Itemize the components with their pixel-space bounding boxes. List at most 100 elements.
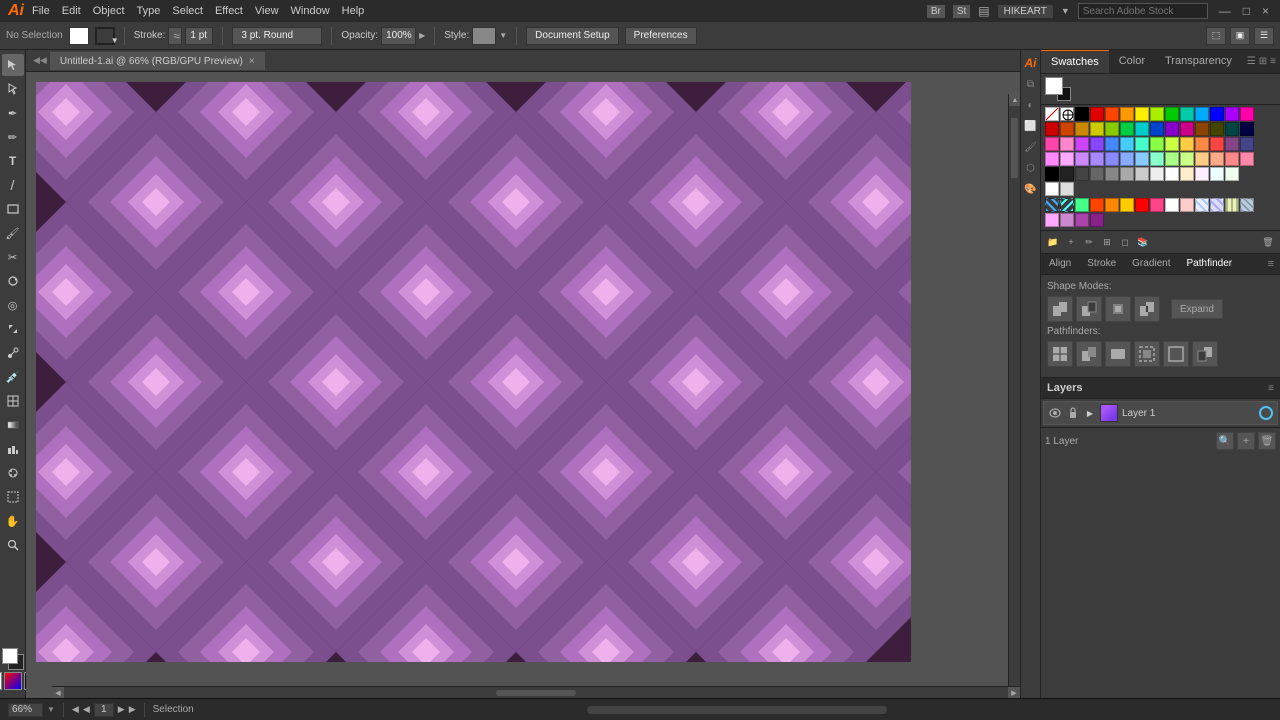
brush-tool[interactable]: 🖌 bbox=[2, 222, 24, 244]
swatch-pattern1[interactable] bbox=[1045, 198, 1059, 212]
swatch-gray6[interactable] bbox=[1135, 167, 1149, 181]
swatch-cream[interactable] bbox=[1180, 167, 1194, 181]
swatch-blue1[interactable] bbox=[1210, 107, 1224, 121]
swatch-white[interactable] bbox=[1165, 167, 1179, 181]
preferences-btn[interactable]: Preferences bbox=[625, 27, 697, 45]
swatch-lightgreen[interactable] bbox=[1165, 152, 1179, 166]
menu-edit[interactable]: Edit bbox=[62, 5, 81, 17]
merge-btn[interactable] bbox=[1105, 341, 1131, 367]
outline-btn[interactable] bbox=[1163, 341, 1189, 367]
swatch-orange1[interactable] bbox=[1105, 107, 1119, 121]
select-tool[interactable] bbox=[2, 54, 24, 76]
swatch-violet[interactable] bbox=[1045, 152, 1059, 166]
swatch-cornflower[interactable] bbox=[1105, 137, 1119, 151]
maximize-btn[interactable]: □ bbox=[1240, 4, 1253, 18]
fg-bg-colors[interactable] bbox=[2, 648, 24, 670]
swatch-black2[interactable] bbox=[1045, 167, 1059, 181]
swatch-purple-med[interactable] bbox=[1075, 213, 1089, 227]
panel-btn[interactable]: ☰ bbox=[1254, 27, 1274, 45]
swatch-darknavy[interactable] bbox=[1240, 122, 1254, 136]
find-layer-btn[interactable]: 🔍 bbox=[1216, 432, 1234, 450]
swatch-pattern5[interactable] bbox=[1105, 198, 1119, 212]
swatch-khaki[interactable] bbox=[1180, 152, 1194, 166]
swatch-darkgreen1[interactable] bbox=[1105, 122, 1119, 136]
swatch-lightpink[interactable] bbox=[1060, 137, 1074, 151]
stroke-input[interactable]: ≈ bbox=[168, 27, 182, 45]
swatch-gray7[interactable] bbox=[1150, 167, 1164, 181]
arrange-btn[interactable]: ⬚ bbox=[1206, 27, 1226, 45]
swatch-mediumpurple2[interactable] bbox=[1075, 152, 1089, 166]
swatch-hotpink2[interactable] bbox=[1240, 152, 1254, 166]
tab-pathfinder[interactable]: Pathfinder bbox=[1179, 254, 1241, 274]
swatch-darkyellow[interactable] bbox=[1090, 122, 1104, 136]
style-dropdown[interactable]: ▼ bbox=[499, 31, 507, 40]
mesh-tool[interactable] bbox=[2, 390, 24, 412]
swatch-darkbrown[interactable] bbox=[1195, 122, 1209, 136]
artboard-tool[interactable] bbox=[2, 486, 24, 508]
swatch-pattern11[interactable] bbox=[1195, 198, 1209, 212]
swatch-chartreuse[interactable] bbox=[1150, 137, 1164, 151]
swatch-gray2[interactable] bbox=[1075, 167, 1089, 181]
swatch-pattern10[interactable] bbox=[1180, 198, 1194, 212]
scroll-right[interactable]: ▶ bbox=[1008, 687, 1020, 699]
swatch-aquamarine[interactable] bbox=[1135, 137, 1149, 151]
delete-layer-btn[interactable]: 🗑 bbox=[1258, 432, 1276, 450]
direct-select-tool[interactable] bbox=[2, 78, 24, 100]
divide-btn[interactable] bbox=[1047, 341, 1073, 367]
layers-menu[interactable]: ≡ bbox=[1268, 383, 1274, 394]
sw-add-library[interactable]: 📚 bbox=[1135, 234, 1151, 250]
symbol-tool[interactable] bbox=[2, 462, 24, 484]
layer-name[interactable]: Layer 1 bbox=[1122, 408, 1255, 419]
swatch-darkteal[interactable] bbox=[1135, 122, 1149, 136]
swatch-lavender[interactable] bbox=[1195, 167, 1209, 181]
pencil-tool[interactable]: ✏ bbox=[2, 126, 24, 148]
layer-lock[interactable] bbox=[1066, 406, 1080, 420]
swatch-red1[interactable] bbox=[1090, 107, 1104, 121]
foreground-color[interactable] bbox=[2, 648, 18, 664]
minus-back-btn[interactable] bbox=[1192, 341, 1218, 367]
doc-setup-btn[interactable]: Document Setup bbox=[526, 27, 619, 45]
hand-tool[interactable]: ✋ bbox=[2, 510, 24, 532]
sw-edit-swatches[interactable]: ✏ bbox=[1081, 234, 1097, 250]
zoom-dropdown[interactable]: ▼ bbox=[47, 705, 55, 714]
swatch-white2[interactable] bbox=[1045, 182, 1059, 196]
swatch-pattern8[interactable] bbox=[1150, 198, 1164, 212]
qp-colorguide[interactable]: 🎨 bbox=[1022, 180, 1040, 198]
crop-btn[interactable] bbox=[1134, 341, 1160, 367]
chart-tool[interactable] bbox=[2, 438, 24, 460]
layer-target[interactable] bbox=[1259, 406, 1273, 420]
swatch-brown2[interactable] bbox=[1075, 122, 1089, 136]
qp-transform[interactable]: ⧉ bbox=[1022, 75, 1040, 93]
tab-swatches[interactable]: Swatches bbox=[1041, 50, 1109, 73]
swatch-orange2[interactable] bbox=[1120, 107, 1134, 121]
exclude-btn[interactable] bbox=[1134, 296, 1160, 322]
swatch-none[interactable] bbox=[1045, 107, 1059, 121]
swatch-gray5[interactable] bbox=[1120, 167, 1134, 181]
canvas-wrapper[interactable]: ▲ ▼ bbox=[26, 72, 1020, 698]
swatch-orchid[interactable] bbox=[1075, 137, 1089, 151]
swatch-pink-med[interactable] bbox=[1060, 213, 1074, 227]
view-toggle[interactable]: ▣ bbox=[1230, 27, 1250, 45]
menu-effect[interactable]: Effect bbox=[215, 5, 243, 17]
gradient-tool[interactable] bbox=[2, 414, 24, 436]
scale-tool[interactable] bbox=[2, 318, 24, 340]
scissors-tool[interactable]: ✂ bbox=[2, 246, 24, 268]
swatch-mulberry[interactable] bbox=[1225, 137, 1239, 151]
swatch-pattern9[interactable] bbox=[1165, 198, 1179, 212]
swatch-olive[interactable] bbox=[1210, 122, 1224, 136]
swatch-tomato[interactable] bbox=[1210, 137, 1224, 151]
sw-delete-swatch[interactable]: 🗑 bbox=[1260, 234, 1276, 250]
swatches-menu[interactable]: ≡ bbox=[1270, 56, 1276, 67]
swatch-lime1[interactable] bbox=[1150, 107, 1164, 121]
new-layer-btn[interactable]: + bbox=[1237, 432, 1255, 450]
opacity-value[interactable]: 100% bbox=[381, 27, 416, 45]
swatch-lightsalmon[interactable] bbox=[1210, 152, 1224, 166]
swatch-hotpink[interactable] bbox=[1045, 137, 1059, 151]
swatch-lightgray[interactable] bbox=[1060, 182, 1074, 196]
tab-color[interactable]: Color bbox=[1109, 50, 1155, 73]
swatch-pattern7[interactable] bbox=[1135, 198, 1149, 212]
layer-item-1[interactable]: ▶ Layer 1 bbox=[1043, 401, 1278, 425]
swatch-peachpuff[interactable] bbox=[1195, 152, 1209, 166]
swatch-darkteal2[interactable] bbox=[1225, 122, 1239, 136]
bridge-btn[interactable]: Br bbox=[927, 5, 945, 18]
